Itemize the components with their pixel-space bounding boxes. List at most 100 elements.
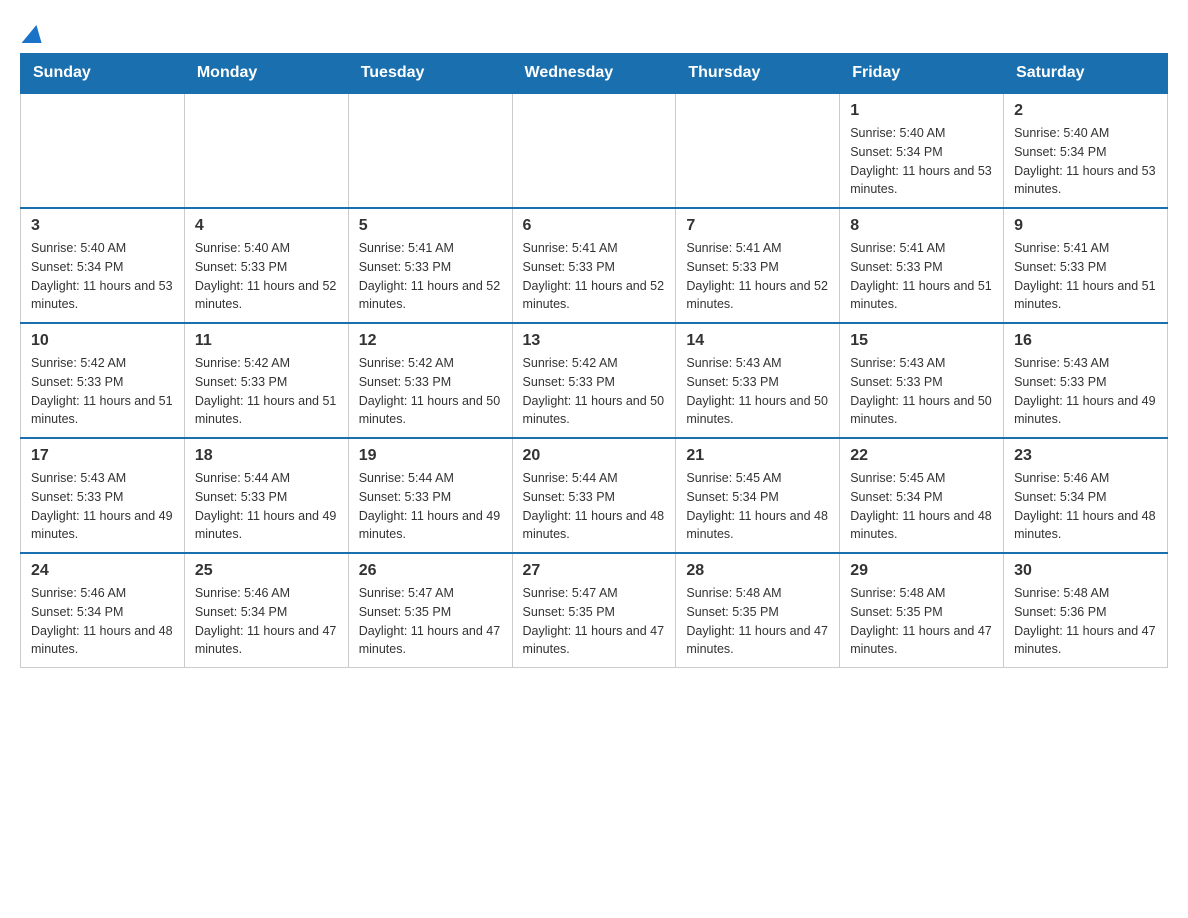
day-number: 26 [359, 562, 502, 580]
calendar-day-cell: 18 Sunrise: 5:44 AM Sunset: 5:33 PM Dayli… [184, 438, 348, 553]
day-info: Sunrise: 5:42 AM Sunset: 5:33 PM Dayligh… [195, 354, 338, 429]
day-number: 25 [195, 562, 338, 580]
day-number: 8 [850, 217, 993, 235]
day-info: Sunrise: 5:46 AM Sunset: 5:34 PM Dayligh… [31, 584, 174, 659]
day-info: Sunrise: 5:47 AM Sunset: 5:35 PM Dayligh… [523, 584, 666, 659]
weekday-header-sunday: Sunday [21, 54, 185, 94]
calendar-table: SundayMondayTuesdayWednesdayThursdayFrid… [20, 53, 1168, 668]
calendar-day-cell: 11 Sunrise: 5:42 AM Sunset: 5:33 PM Dayli… [184, 323, 348, 438]
calendar-day-cell: 23 Sunrise: 5:46 AM Sunset: 5:34 PM Dayli… [1004, 438, 1168, 553]
weekday-header-saturday: Saturday [1004, 54, 1168, 94]
calendar-day-cell: 12 Sunrise: 5:42 AM Sunset: 5:33 PM Dayli… [348, 323, 512, 438]
day-info: Sunrise: 5:44 AM Sunset: 5:33 PM Dayligh… [523, 469, 666, 544]
calendar-day-cell: 30 Sunrise: 5:48 AM Sunset: 5:36 PM Dayli… [1004, 553, 1168, 668]
calendar-day-cell [348, 93, 512, 208]
calendar-day-cell: 27 Sunrise: 5:47 AM Sunset: 5:35 PM Dayli… [512, 553, 676, 668]
day-info: Sunrise: 5:42 AM Sunset: 5:33 PM Dayligh… [523, 354, 666, 429]
day-number: 3 [31, 217, 174, 235]
calendar-day-cell: 14 Sunrise: 5:43 AM Sunset: 5:33 PM Dayli… [676, 323, 840, 438]
calendar-day-cell: 6 Sunrise: 5:41 AM Sunset: 5:33 PM Daylig… [512, 208, 676, 323]
day-number: 29 [850, 562, 993, 580]
day-number: 11 [195, 332, 338, 350]
day-number: 6 [523, 217, 666, 235]
weekday-header-wednesday: Wednesday [512, 54, 676, 94]
calendar-day-cell: 9Sunrise: 5:41 AM Sunset: 5:33 PM Daylig… [1004, 208, 1168, 323]
day-number: 7 [686, 217, 829, 235]
day-number: 16 [1014, 332, 1157, 350]
day-number: 13 [523, 332, 666, 350]
day-number: 30 [1014, 562, 1157, 580]
day-info: Sunrise: 5:41 AM Sunset: 5:33 PM Dayligh… [686, 239, 829, 314]
day-number: 22 [850, 447, 993, 465]
day-number: 24 [31, 562, 174, 580]
logo [20, 25, 44, 43]
calendar-day-cell: 17Sunrise: 5:43 AM Sunset: 5:33 PM Dayli… [21, 438, 185, 553]
calendar-day-cell: 22Sunrise: 5:45 AM Sunset: 5:34 PM Dayli… [840, 438, 1004, 553]
logo-triangle-icon [22, 25, 47, 43]
day-info: Sunrise: 5:43 AM Sunset: 5:33 PM Dayligh… [1014, 354, 1157, 429]
calendar-day-cell [21, 93, 185, 208]
calendar-day-cell: 28 Sunrise: 5:48 AM Sunset: 5:35 PM Dayli… [676, 553, 840, 668]
day-info: Sunrise: 5:48 AM Sunset: 5:35 PM Dayligh… [850, 584, 993, 659]
day-info: Sunrise: 5:45 AM Sunset: 5:34 PM Dayligh… [686, 469, 829, 544]
calendar-header-row: SundayMondayTuesdayWednesdayThursdayFrid… [21, 54, 1168, 94]
day-info: Sunrise: 5:46 AM Sunset: 5:34 PM Dayligh… [1014, 469, 1157, 544]
day-info: Sunrise: 5:41 AM Sunset: 5:33 PM Dayligh… [850, 239, 993, 314]
calendar-day-cell: 3 Sunrise: 5:40 AM Sunset: 5:34 PM Daylig… [21, 208, 185, 323]
day-number: 21 [686, 447, 829, 465]
calendar-day-cell: 19 Sunrise: 5:44 AM Sunset: 5:33 PM Dayli… [348, 438, 512, 553]
day-number: 19 [359, 447, 502, 465]
day-number: 20 [523, 447, 666, 465]
day-info: Sunrise: 5:40 AM Sunset: 5:34 PM Dayligh… [31, 239, 174, 314]
day-info: Sunrise: 5:48 AM Sunset: 5:35 PM Dayligh… [686, 584, 829, 659]
day-info: Sunrise: 5:41 AM Sunset: 5:33 PM Dayligh… [359, 239, 502, 314]
weekday-header-monday: Monday [184, 54, 348, 94]
day-info: Sunrise: 5:44 AM Sunset: 5:33 PM Dayligh… [359, 469, 502, 544]
day-number: 10 [31, 332, 174, 350]
day-number: 28 [686, 562, 829, 580]
day-info: Sunrise: 5:44 AM Sunset: 5:33 PM Dayligh… [195, 469, 338, 544]
day-info: Sunrise: 5:41 AM Sunset: 5:33 PM Dayligh… [523, 239, 666, 314]
day-info: Sunrise: 5:46 AM Sunset: 5:34 PM Dayligh… [195, 584, 338, 659]
day-number: 14 [686, 332, 829, 350]
calendar-week-row: 24 Sunrise: 5:46 AM Sunset: 5:34 PM Dayli… [21, 553, 1168, 668]
day-number: 1 [850, 102, 993, 120]
calendar-day-cell: 15 Sunrise: 5:43 AM Sunset: 5:33 PM Dayli… [840, 323, 1004, 438]
day-number: 9 [1014, 217, 1157, 235]
day-info: Sunrise: 5:40 AM Sunset: 5:34 PM Dayligh… [850, 124, 993, 199]
weekday-header-thursday: Thursday [676, 54, 840, 94]
day-number: 2 [1014, 102, 1157, 120]
day-info: Sunrise: 5:42 AM Sunset: 5:33 PM Dayligh… [31, 354, 174, 429]
calendar-day-cell: 25 Sunrise: 5:46 AM Sunset: 5:34 PM Dayli… [184, 553, 348, 668]
day-number: 17 [31, 447, 174, 465]
day-number: 23 [1014, 447, 1157, 465]
day-info: Sunrise: 5:40 AM Sunset: 5:33 PM Dayligh… [195, 239, 338, 314]
day-number: 15 [850, 332, 993, 350]
calendar-day-cell: 21 Sunrise: 5:45 AM Sunset: 5:34 PM Dayli… [676, 438, 840, 553]
calendar-day-cell [512, 93, 676, 208]
calendar-day-cell: 24 Sunrise: 5:46 AM Sunset: 5:34 PM Dayli… [21, 553, 185, 668]
calendar-week-row: 17Sunrise: 5:43 AM Sunset: 5:33 PM Dayli… [21, 438, 1168, 553]
weekday-header-tuesday: Tuesday [348, 54, 512, 94]
day-number: 12 [359, 332, 502, 350]
calendar-day-cell: 7 Sunrise: 5:41 AM Sunset: 5:33 PM Daylig… [676, 208, 840, 323]
calendar-day-cell: 5Sunrise: 5:41 AM Sunset: 5:33 PM Daylig… [348, 208, 512, 323]
calendar-day-cell: 2 Sunrise: 5:40 AM Sunset: 5:34 PM Daylig… [1004, 93, 1168, 208]
day-info: Sunrise: 5:43 AM Sunset: 5:33 PM Dayligh… [850, 354, 993, 429]
calendar-day-cell: 13 Sunrise: 5:42 AM Sunset: 5:33 PM Dayli… [512, 323, 676, 438]
weekday-header-friday: Friday [840, 54, 1004, 94]
day-info: Sunrise: 5:42 AM Sunset: 5:33 PM Dayligh… [359, 354, 502, 429]
day-info: Sunrise: 5:48 AM Sunset: 5:36 PM Dayligh… [1014, 584, 1157, 659]
day-number: 18 [195, 447, 338, 465]
calendar-day-cell: 4Sunrise: 5:40 AM Sunset: 5:33 PM Daylig… [184, 208, 348, 323]
calendar-day-cell: 29 Sunrise: 5:48 AM Sunset: 5:35 PM Dayli… [840, 553, 1004, 668]
calendar-day-cell [184, 93, 348, 208]
calendar-week-row: 3 Sunrise: 5:40 AM Sunset: 5:34 PM Daylig… [21, 208, 1168, 323]
day-info: Sunrise: 5:43 AM Sunset: 5:33 PM Dayligh… [686, 354, 829, 429]
day-number: 27 [523, 562, 666, 580]
day-info: Sunrise: 5:40 AM Sunset: 5:34 PM Dayligh… [1014, 124, 1157, 199]
calendar-day-cell: 20 Sunrise: 5:44 AM Sunset: 5:33 PM Dayli… [512, 438, 676, 553]
calendar-week-row: 1 Sunrise: 5:40 AM Sunset: 5:34 PM Daylig… [21, 93, 1168, 208]
page-header [20, 20, 1168, 43]
calendar-day-cell: 26Sunrise: 5:47 AM Sunset: 5:35 PM Dayli… [348, 553, 512, 668]
